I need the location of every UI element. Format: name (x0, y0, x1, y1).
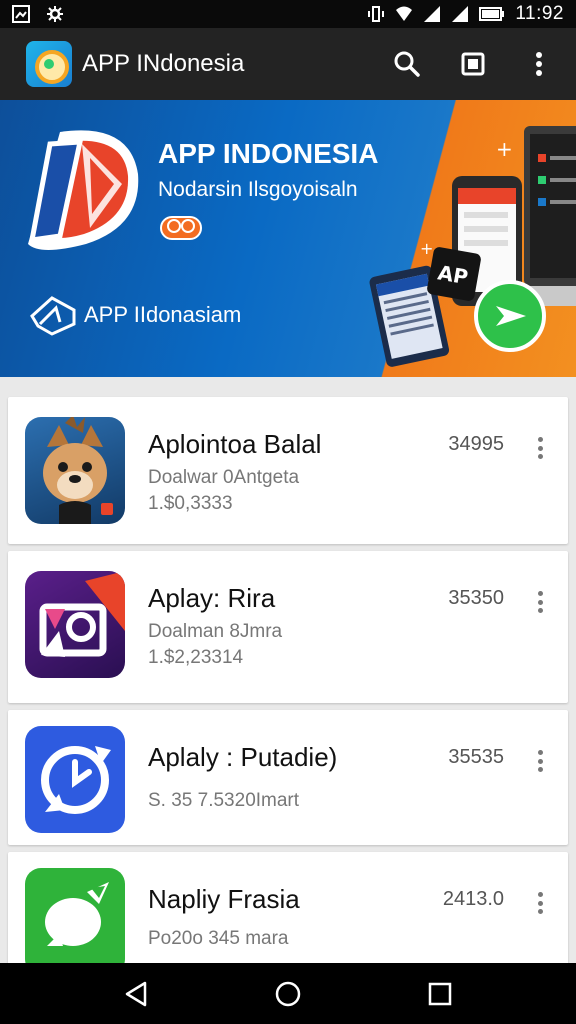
list-item[interactable]: Aplay: Rira Doalman 8Jmra 1.$2,23314 353… (8, 551, 568, 703)
app-title: Aplaly : Putadie) (148, 742, 338, 772)
app-title: Aplointoa Balal (148, 429, 322, 459)
more-vertical-icon (537, 437, 543, 442)
app-count: 35350 (448, 587, 504, 609)
recents-square-icon (428, 982, 452, 1005)
app-subtitle: Po20o 345 mara (148, 928, 289, 949)
more-vertical-icon (537, 591, 543, 596)
banner-subtitle: Nodarsin Ilsgoyoisaln (158, 178, 358, 201)
signal-icon (424, 6, 441, 22)
app-title: Aplay: Rira (148, 583, 276, 613)
image-notification-icon (12, 5, 30, 23)
devices-illustration-icon: + + AP (369, 126, 576, 367)
status-time: 11:92 (515, 3, 564, 24)
toolbar-title: APP INdonesia (82, 50, 245, 77)
list-item[interactable]: Aplaly : Putadie) S. 35 7.5320Imart 3553… (8, 710, 568, 845)
search-icon (394, 51, 420, 77)
list-item[interactable]: Aplointoa Balal Doalwar 0Antgeta 1.$0,33… (8, 397, 568, 544)
overflow-menu-button[interactable] (524, 49, 554, 79)
system-nav-bar (0, 963, 576, 1024)
back-triangle-icon (125, 981, 147, 1006)
signal-icon-2 (452, 6, 469, 22)
app-logo-icon (26, 41, 72, 87)
app-subtitle: Doalman 8Jmra (148, 621, 283, 642)
back-button[interactable] (116, 974, 156, 1014)
settings-notification-icon (47, 6, 63, 22)
app-count: 34995 (448, 433, 504, 455)
app-title: Napliy Frasia (148, 884, 300, 914)
banner-title: APP INDONESIA (158, 138, 379, 169)
more-vertical-icon (537, 892, 543, 897)
app-subtitle: Doalwar 0Antgeta (148, 467, 300, 488)
dog-mascot-icon (25, 417, 125, 524)
banner-badge (160, 216, 202, 240)
app-detail: 1.$2,23314 (148, 647, 244, 668)
home-circle-icon (275, 981, 301, 1006)
tabs-button[interactable] (458, 49, 488, 79)
app-count: 35535 (448, 746, 504, 768)
green-bubble-icon (25, 868, 125, 963)
list-item[interactable]: Napliy Frasia Po20o 345 mara 2413.0 (8, 852, 568, 963)
home-button[interactable] (268, 974, 308, 1014)
item-menu-button[interactable] (530, 587, 550, 617)
app-indonesia-logo-icon (28, 130, 139, 250)
more-vertical-icon (537, 750, 543, 755)
square-icon (461, 52, 485, 76)
banner-brand-text: APP IIdonasiam (84, 302, 242, 327)
status-bar: 11:92 (0, 0, 576, 28)
item-menu-button[interactable] (530, 746, 550, 776)
svg-text:+: + (420, 239, 433, 258)
photo-frame-icon (25, 571, 125, 678)
search-button[interactable] (392, 49, 422, 79)
app-subtitle: S. 35 7.5320Imart (148, 790, 300, 811)
app-detail: 1.$0,3333 (148, 493, 233, 514)
recents-button[interactable] (420, 974, 460, 1014)
wifi-icon (396, 6, 413, 21)
more-vertical-icon (536, 52, 542, 76)
item-menu-button[interactable] (530, 433, 550, 463)
promo-banner[interactable]: APP INDONESIA Nodarsin Ilsgoyoisaln APP … (0, 100, 576, 377)
badge-icon (167, 219, 195, 233)
app-count: 2413.0 (442, 888, 504, 910)
vibrate-icon (368, 6, 385, 22)
battery-icon (479, 7, 505, 21)
brand-mark-icon (30, 296, 76, 336)
item-menu-button[interactable] (530, 888, 550, 918)
app-toolbar: APP INdonesia (0, 28, 576, 100)
app-list: Aplointoa Balal Doalwar 0Antgeta 1.$0,33… (0, 377, 576, 963)
clock-refresh-icon (25, 726, 125, 833)
svg-text:+: + (496, 137, 513, 161)
